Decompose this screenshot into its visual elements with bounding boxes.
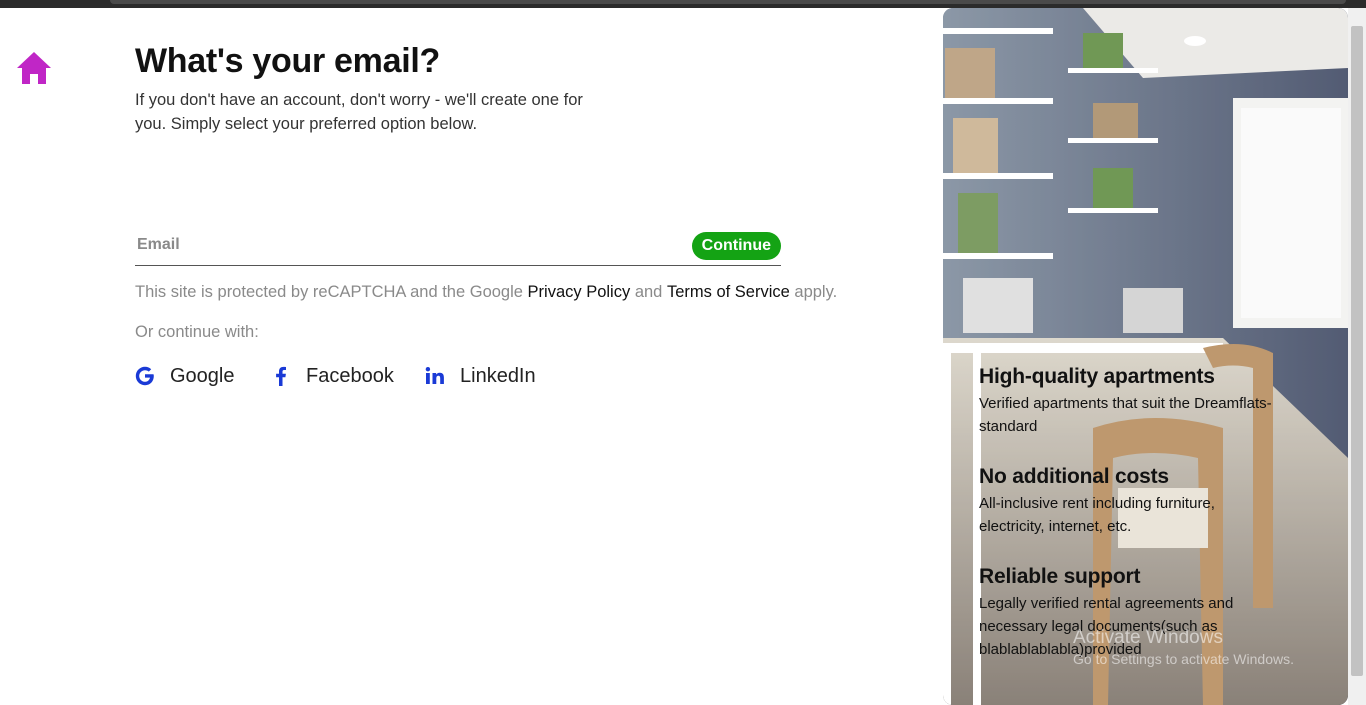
scrollbar-thumb[interactable] [1351,26,1363,676]
recaptcha-and: and [630,283,667,301]
feature-text: Verified apartments that suit the Dreamf… [979,395,1272,435]
linkedin-login-button[interactable]: LinkedIn [424,362,536,390]
feature-title: No additional costs [979,465,1169,488]
linkedin-label: LinkedIn [460,364,536,387]
google-icon [135,366,154,386]
recaptcha-suffix: apply. [789,283,838,301]
facebook-login-button[interactable]: Facebook [270,362,394,390]
recaptcha-notice: This site is protected by reCAPTCHA and … [135,283,837,302]
google-login-button[interactable]: Google [134,362,235,390]
browser-top-bar [0,0,1366,8]
home-icon[interactable] [15,50,53,86]
feature-text: All-inclusive rent including furniture, … [979,495,1215,535]
page-title: What's your email? [135,42,440,80]
feature-text: Legally verified rental agreements and n… [979,595,1234,658]
google-label: Google [170,364,235,387]
facebook-icon [276,366,286,386]
feature-panel: High-quality apartments Verified apartme… [943,8,1348,705]
feature-item: No additional costs All-inclusive rent i… [979,465,1279,538]
linkedin-icon [425,367,444,384]
page-subtitle: If you don't have an account, don't worr… [135,91,583,133]
feature-item: High-quality apartments Verified apartme… [979,365,1279,438]
feature-title: Reliable support [979,565,1141,588]
facebook-label: Facebook [306,364,394,387]
browser-top-bar-inner [110,0,1346,4]
terms-of-service-link[interactable]: Terms of Service [667,283,790,301]
recaptcha-prefix: This site is protected by reCAPTCHA and … [135,283,528,301]
feature-item: Reliable support Legally verified rental… [979,565,1279,661]
continue-button[interactable]: Continue [691,232,781,260]
email-input[interactable] [135,228,679,262]
or-continue-label: Or continue with: [135,323,259,341]
email-form: Continue [135,228,781,266]
feature-title: High-quality apartments [979,365,1215,388]
privacy-policy-link[interactable]: Privacy Policy [528,283,631,301]
